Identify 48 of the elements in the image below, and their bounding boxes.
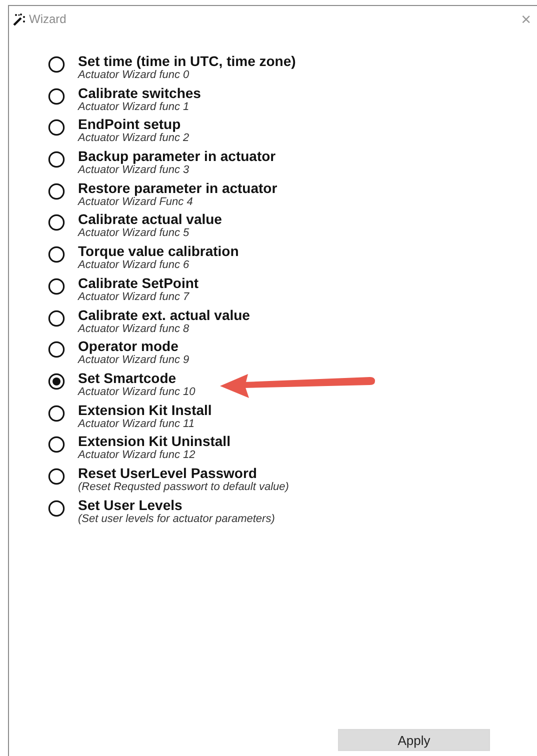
option-title: Set User Levels (78, 496, 184, 513)
option-title: Extension Kit Uninstall (78, 433, 230, 450)
radio-button[interactable] (48, 341, 65, 358)
option-title: Calibrate ext. actual value (78, 306, 250, 322)
option-title: Extension Kit Install (78, 402, 212, 418)
option-description: Actuator Wizard func 1 (78, 100, 190, 114)
option-description: Actuator Wizard func 11 (78, 418, 196, 431)
radio-button[interactable] (48, 500, 65, 517)
radio-button[interactable] (48, 310, 65, 326)
radio-button[interactable] (48, 372, 65, 390)
option-title: Reset UserLevel Password (78, 464, 258, 481)
radio-button[interactable] (48, 88, 65, 105)
option-title: Backup parameter in actuator (78, 148, 276, 164)
option-title: Calibrate SetPoint (78, 274, 199, 291)
option-description: (Set user levels for actuator parameters) (78, 512, 275, 526)
apply-button[interactable]: Apply (338, 729, 490, 751)
option-title: Calibrate switches (78, 84, 201, 101)
radio-button[interactable] (48, 214, 65, 232)
option-title: Restore parameter in actuator (78, 180, 278, 196)
radio-button[interactable] (48, 56, 65, 73)
option-title: Set Smartcode (78, 370, 178, 386)
radio-button[interactable] (48, 151, 65, 168)
radio-button[interactable] (48, 182, 65, 200)
option-description: (Reset Requsted passwort to default value) (78, 480, 289, 494)
option-title: Calibrate actual value (78, 211, 222, 228)
option-description: Actuator Wizard func 0 (78, 69, 190, 82)
option-title: Operator mode (78, 338, 180, 354)
radio-button[interactable] (48, 468, 65, 485)
radio-button[interactable] (48, 404, 65, 422)
option-description: Actuator Wizard func 2 (78, 132, 190, 146)
radio-button[interactable] (48, 119, 65, 136)
option-description: Actuator Wizard func 6 (78, 259, 190, 272)
option-description: Actuator Wizard func 10 (78, 386, 196, 399)
option-description: Actuator Wizard Func 4 (78, 196, 193, 209)
option-description: Actuator Wizard func 7 (78, 290, 190, 304)
option-title: Set time (time in UTC, time zone) (78, 53, 296, 69)
magic-wand-icon (13, 12, 26, 26)
option-title: EndPoint setup (78, 116, 182, 132)
option-description: Actuator Wizard func 8 (78, 322, 190, 336)
option-description: Actuator Wizard func 5 (78, 227, 190, 240)
option-description: Actuator Wizard func 9 (78, 354, 190, 368)
window-title: Wizard (29, 12, 66, 26)
radio-button[interactable] (48, 278, 65, 295)
option-description: Actuator Wizard func 12 (78, 449, 196, 462)
option-description: Actuator Wizard func 3 (78, 164, 190, 178)
radio-button[interactable] (48, 246, 65, 264)
radio-button[interactable] (48, 436, 65, 454)
option-title: Torque value calibration (78, 243, 239, 260)
